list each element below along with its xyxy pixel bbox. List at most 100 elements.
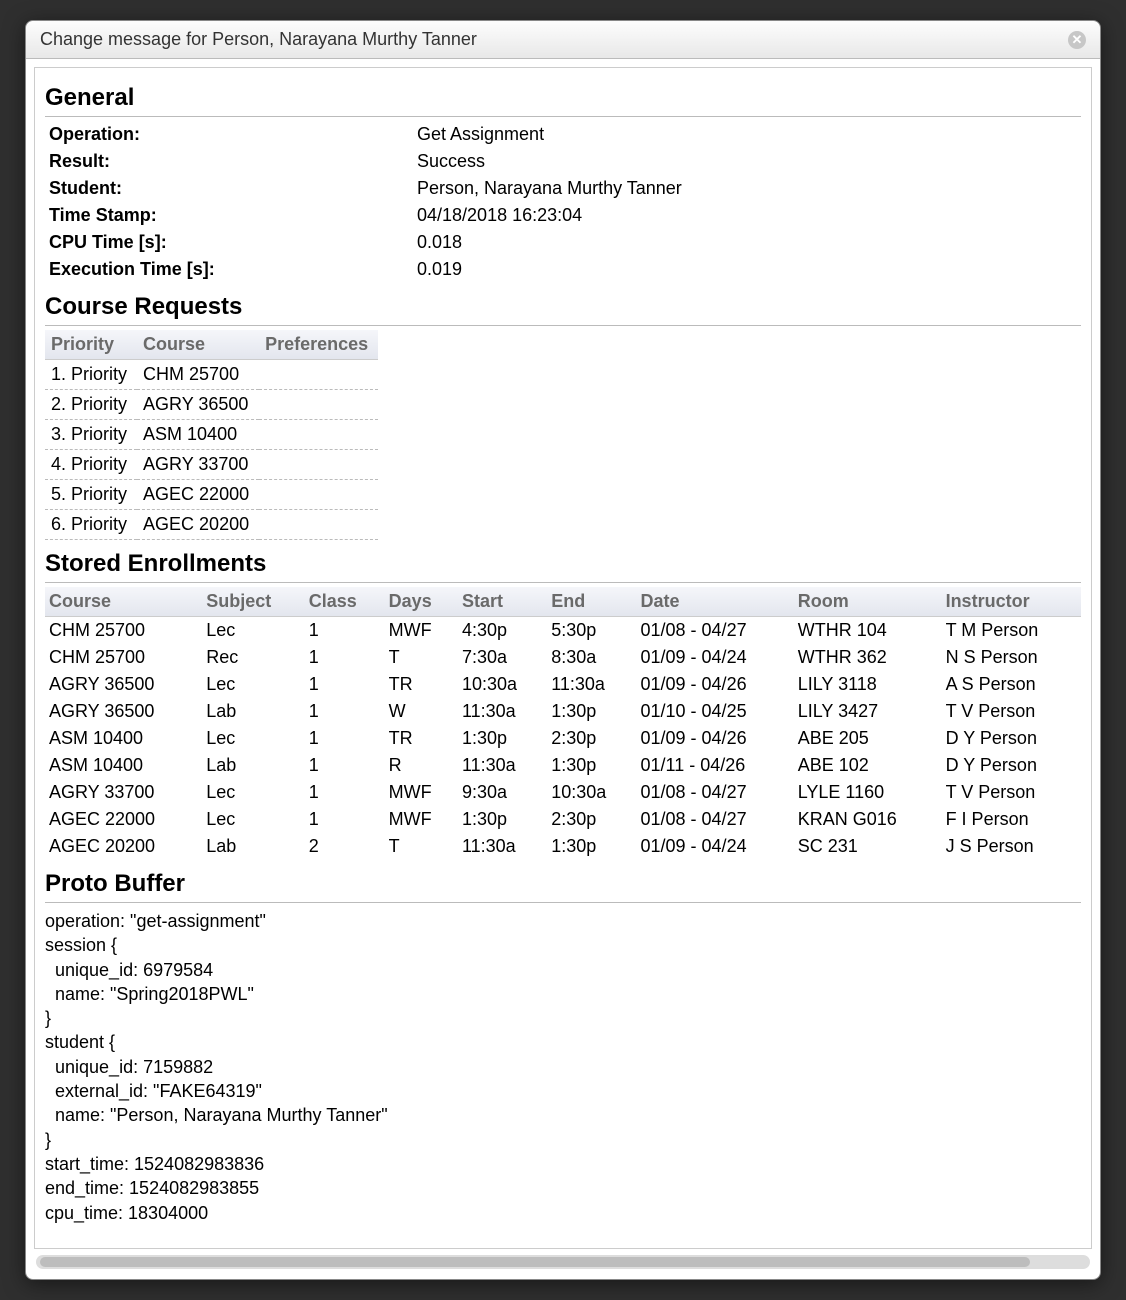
section-heading-proto-buffer: Proto Buffer [45, 870, 1081, 903]
enrollment-cell-date: 01/08 - 04/27 [637, 806, 794, 833]
course-request-cell-priority: 2. Priority [45, 390, 137, 420]
enrollment-cell-end: 11:30a [547, 671, 636, 698]
enrollment-row: AGRY 36500Lec1TR10:30a11:30a01/09 - 04/2… [45, 671, 1081, 698]
close-icon[interactable]: ✕ [1068, 31, 1086, 49]
enrollment-cell-date: 01/09 - 04/24 [637, 833, 794, 860]
enrollment-cell-end: 2:30p [547, 806, 636, 833]
enrollment-cell-subject: Rec [202, 644, 305, 671]
enrollment-row: AGRY 36500Lab1W11:30a1:30p01/10 - 04/25L… [45, 698, 1081, 725]
enrollment-cell-days: MWF [385, 779, 458, 806]
dialog-body: General Operation:Get Assignment Result:… [26, 59, 1100, 1279]
enrollment-cell-course: CHM 25700 [45, 644, 202, 671]
course-request-cell-priority: 1. Priority [45, 360, 137, 390]
enrollment-cell-date: 01/09 - 04/26 [637, 725, 794, 752]
enrollment-cell-instructor: T V Person [942, 779, 1081, 806]
enr-header-class: Class [305, 587, 385, 617]
enrollment-cell-end: 1:30p [547, 752, 636, 779]
enr-header-end: End [547, 587, 636, 617]
horizontal-scrollbar[interactable] [36, 1255, 1090, 1269]
enrollment-cell-room: LILY 3118 [794, 671, 942, 698]
enrollment-cell-course: AGEC 20200 [45, 833, 202, 860]
label-timestamp: Time Stamp: [45, 202, 413, 229]
value-exectime: 0.019 [413, 256, 1081, 283]
enrollment-cell-days: T [385, 644, 458, 671]
course-request-cell-course: AGRY 36500 [137, 390, 259, 420]
enrollment-cell-room: SC 231 [794, 833, 942, 860]
req-header-preferences: Preferences [259, 330, 378, 360]
enrollment-cell-course: AGRY 33700 [45, 779, 202, 806]
value-operation: Get Assignment [413, 121, 1081, 148]
enrollment-cell-course: ASM 10400 [45, 752, 202, 779]
course-request-cell-priority: 6. Priority [45, 510, 137, 540]
course-request-row: 3. PriorityASM 10400 [45, 420, 378, 450]
enrollment-cell-instructor: T M Person [942, 617, 1081, 645]
enr-header-start: Start [458, 587, 547, 617]
enrollment-cell-class: 1 [305, 644, 385, 671]
enrollment-cell-date: 01/08 - 04/27 [637, 779, 794, 806]
course-request-cell-course: CHM 25700 [137, 360, 259, 390]
enrollment-row: CHM 25700Lec1MWF4:30p5:30p01/08 - 04/27W… [45, 617, 1081, 645]
enrollment-cell-end: 5:30p [547, 617, 636, 645]
enr-header-room: Room [794, 587, 942, 617]
enrollment-cell-class: 1 [305, 617, 385, 645]
horizontal-scrollbar-thumb[interactable] [40, 1257, 1030, 1267]
enrollment-cell-room: LYLE 1160 [794, 779, 942, 806]
enrollment-cell-date: 01/08 - 04/27 [637, 617, 794, 645]
section-heading-stored-enrollments: Stored Enrollments [45, 550, 1081, 583]
enrollment-cell-subject: Lab [202, 698, 305, 725]
enrollment-cell-class: 1 [305, 806, 385, 833]
value-cputime: 0.018 [413, 229, 1081, 256]
enr-header-subject: Subject [202, 587, 305, 617]
enrollment-row: CHM 25700Rec1T7:30a8:30a01/09 - 04/24WTH… [45, 644, 1081, 671]
course-request-cell-prefs [259, 420, 378, 450]
change-message-dialog: Change message for Person, Narayana Murt… [25, 20, 1101, 1280]
enrollment-cell-start: 11:30a [458, 833, 547, 860]
general-row-result: Result:Success [45, 148, 1081, 175]
general-row-exectime: Execution Time [s]:0.019 [45, 256, 1081, 283]
enrollment-cell-course: AGRY 36500 [45, 698, 202, 725]
course-request-row: 5. PriorityAGEC 22000 [45, 480, 378, 510]
enrollment-cell-class: 1 [305, 725, 385, 752]
enrollment-cell-end: 8:30a [547, 644, 636, 671]
enr-header-instructor: Instructor [942, 587, 1081, 617]
enrollment-row: ASM 10400Lab1R11:30a1:30p01/11 - 04/26AB… [45, 752, 1081, 779]
dialog-content-scroll[interactable]: General Operation:Get Assignment Result:… [34, 67, 1092, 1249]
enrollment-cell-start: 4:30p [458, 617, 547, 645]
enrollment-cell-days: R [385, 752, 458, 779]
course-request-cell-priority: 3. Priority [45, 420, 137, 450]
value-student: Person, Narayana Murthy Tanner [413, 175, 1081, 202]
enrollment-cell-days: W [385, 698, 458, 725]
enrollment-cell-end: 1:30p [547, 698, 636, 725]
label-operation: Operation: [45, 121, 413, 148]
req-header-priority: Priority [45, 330, 137, 360]
label-cputime: CPU Time [s]: [45, 229, 413, 256]
course-request-cell-course: AGEC 20200 [137, 510, 259, 540]
enrollment-cell-course: CHM 25700 [45, 617, 202, 645]
enrollment-cell-instructor: N S Person [942, 644, 1081, 671]
dialog-title: Change message for Person, Narayana Murt… [40, 29, 477, 50]
enrollment-cell-room: ABE 102 [794, 752, 942, 779]
enrollment-cell-class: 1 [305, 752, 385, 779]
enr-header-days: Days [385, 587, 458, 617]
enrollment-cell-class: 1 [305, 671, 385, 698]
enrollment-row: ASM 10400Lec1TR1:30p2:30p01/09 - 04/26AB… [45, 725, 1081, 752]
enrollment-cell-subject: Lab [202, 752, 305, 779]
enrollment-cell-subject: Lec [202, 725, 305, 752]
course-request-cell-prefs [259, 480, 378, 510]
enrollment-cell-class: 2 [305, 833, 385, 860]
enr-header-date: Date [637, 587, 794, 617]
enrollment-cell-room: ABE 205 [794, 725, 942, 752]
enrollment-cell-course: AGEC 22000 [45, 806, 202, 833]
enrollment-cell-date: 01/09 - 04/24 [637, 644, 794, 671]
req-header-course: Course [137, 330, 259, 360]
dialog-titlebar[interactable]: Change message for Person, Narayana Murt… [26, 21, 1100, 59]
course-request-cell-prefs [259, 510, 378, 540]
stored-enrollments-table: Course Subject Class Days Start End Date… [45, 587, 1081, 860]
course-requests-table: Priority Course Preferences 1. PriorityC… [45, 330, 378, 540]
general-row-timestamp: Time Stamp:04/18/2018 16:23:04 [45, 202, 1081, 229]
enrollment-cell-instructor: D Y Person [942, 752, 1081, 779]
enrollment-cell-end: 10:30a [547, 779, 636, 806]
section-heading-course-requests: Course Requests [45, 293, 1081, 326]
general-row-cputime: CPU Time [s]:0.018 [45, 229, 1081, 256]
enrollment-row: AGRY 33700Lec1MWF9:30a10:30a01/08 - 04/2… [45, 779, 1081, 806]
